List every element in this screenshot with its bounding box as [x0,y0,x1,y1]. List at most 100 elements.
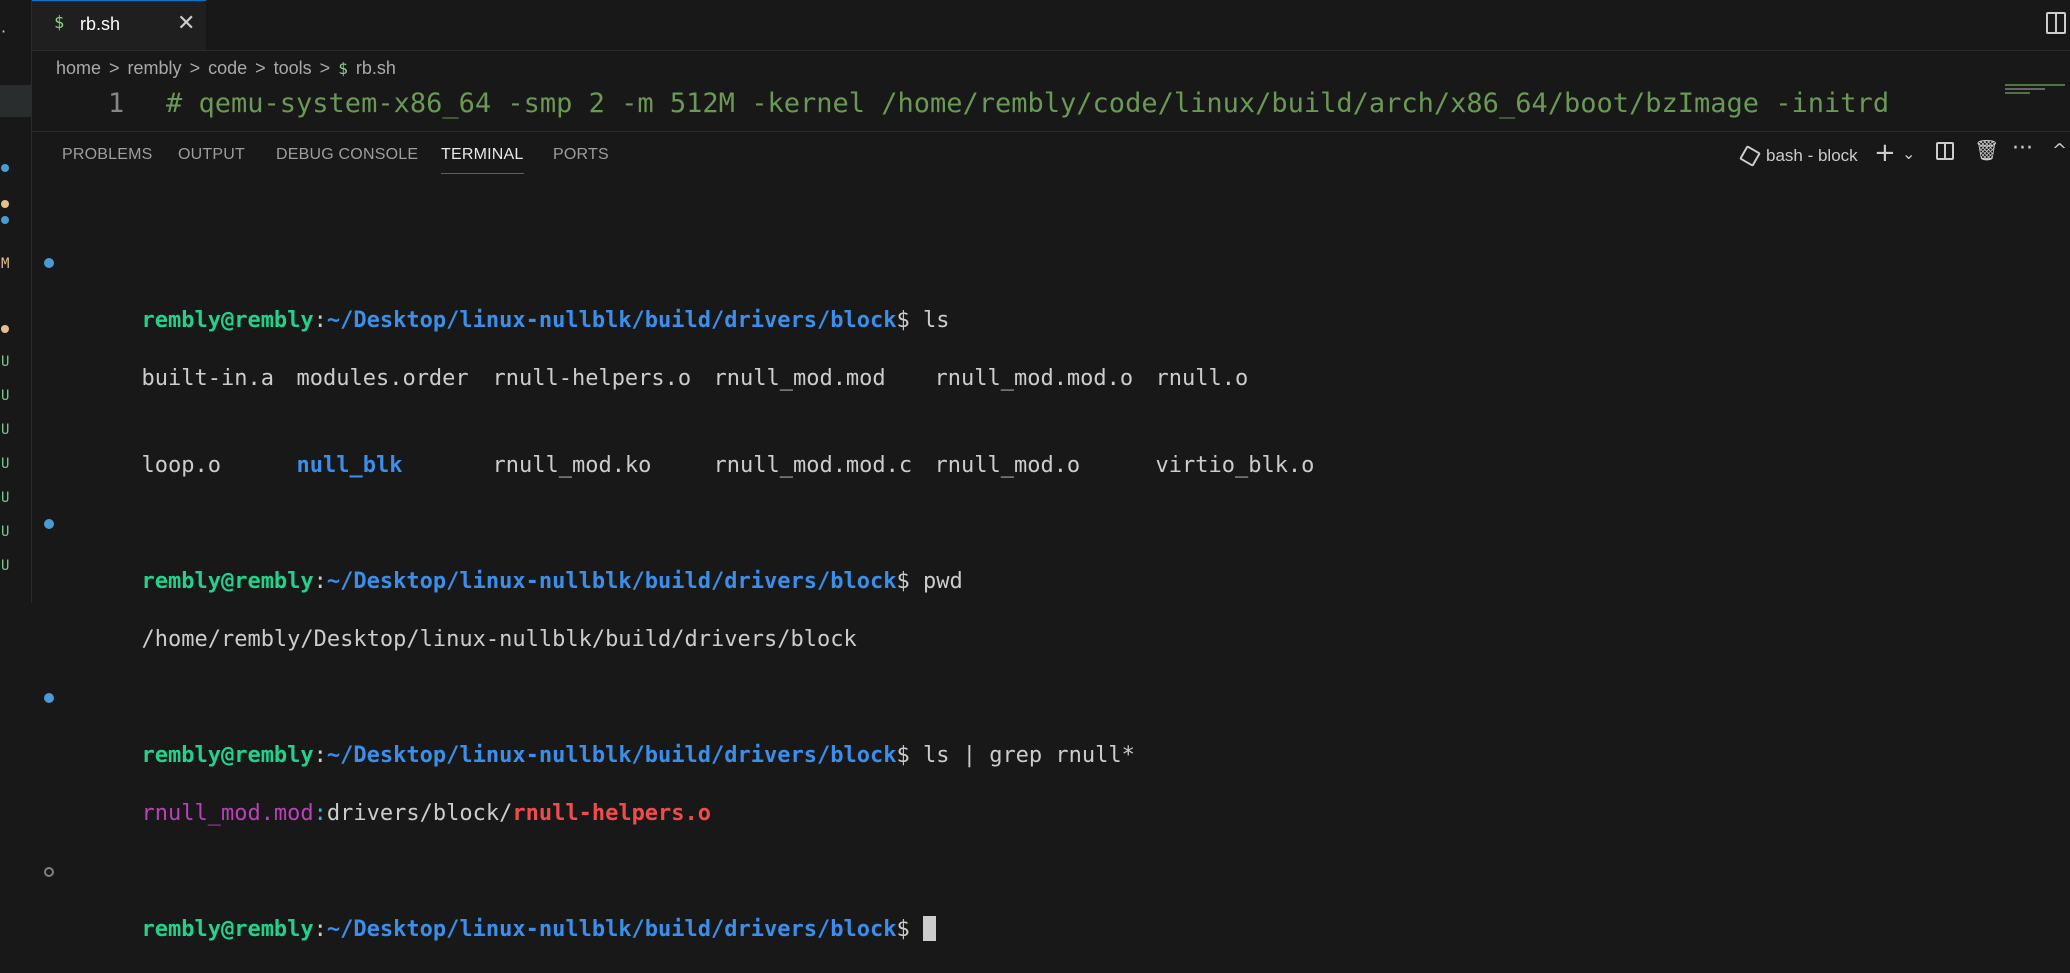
command-success-icon[interactable] [44,258,54,268]
editor-tab-bar: $ rb.sh ✕ [32,0,2070,51]
pwd-output: /home/rembly/Desktop/linux-nullblk/build… [141,627,857,652]
tab-terminal[interactable]: TERMINAL [441,146,524,174]
ls-entry: rnull_mod.mod [713,366,886,391]
ls-entry: modules.order [296,366,469,391]
tab-problems[interactable]: PROBLEMS [62,146,153,164]
more-actions-icon[interactable]: ··· [2012,136,2033,161]
modified-dot-icon [1,200,9,208]
split-terminal-icon[interactable] [1936,142,1954,160]
prompt-colon: : [313,917,327,942]
tab-output[interactable]: OUTPUT [178,146,245,164]
terminal-line: built-in.a modules.order rnull-helpers.o rn… [44,335,1314,391]
selected-file-highlight[interactable] [0,85,31,117]
breadcrumb-item-code[interactable]: code [208,58,247,79]
prompt-colon: : [313,569,327,594]
bottom-panel: PROBLEMS OUTPUT DEBUG CONSOLE TERMINAL P… [32,131,2070,942]
breadcrumb-item-file[interactable]: rb.sh [356,58,396,79]
terminal-cursor [922,916,936,941]
prompt-path: ~/Desktop/linux-nullblk/build/drivers/bl… [326,569,897,594]
prompt-sign: $ [896,917,910,942]
ls-entry: built-in.a [141,366,274,391]
terminal-line: /home/rembly/Desktop/linux-nullblk/build… [44,596,1314,652]
trash-icon[interactable]: 🗑 [1974,138,1999,162]
prompt-path: ~/Desktop/linux-nullblk/build/drivers/bl… [326,743,897,768]
minimap[interactable] [2005,84,2070,98]
terminal-name: bash - block [1766,146,1858,165]
breadcrumb-item-home[interactable]: home [56,58,101,79]
ls-entry: rnull_mod.o [934,453,1081,478]
command-text: pwd [922,569,963,594]
prompt-user: rembly@rembly [141,743,314,768]
chevron-right-icon: > [255,57,266,78]
terminal-line: rnull_mod.mod:drivers/block/rnull-helper… [44,770,1314,826]
shell-file-icon: $ [338,58,348,78]
breadcrumb-item-rembly[interactable]: rembly [128,58,182,79]
command-text: ls | grep rnull* [922,743,1135,768]
prompt-path: ~/Desktop/linux-nullblk/build/drivers/bl… [326,308,897,333]
ls-entry: rnull.o [1155,366,1249,391]
git-marker: U [1,456,10,472]
code-comment[interactable]: # qemu-system-x86_64 -smp 2 -m 512M -ker… [166,88,1889,119]
ls-entry: virtio_blk.o [1155,453,1315,478]
chevron-right-icon: > [109,57,120,78]
command-success-icon[interactable] [44,519,54,529]
terminal-actions: bash - block [1739,140,1858,172]
git-marker: U [1,524,10,540]
ls-directory-entry: null_blk [296,453,403,478]
tab-debug-console[interactable]: DEBUG CONSOLE [276,146,418,164]
close-icon[interactable]: ✕ [177,11,195,36]
modified-dot-icon [1,216,9,224]
new-terminal-icon[interactable]: + [1874,138,1896,168]
split-editor-icon[interactable] [2046,12,2066,34]
terminal-icon [1739,145,1761,167]
prompt-sign: $ [896,743,910,768]
command-pending-icon[interactable] [44,867,54,877]
command-text: ls [922,308,950,333]
shell-file-icon: $ [54,13,65,33]
panel-tab-bar: PROBLEMS OUTPUT DEBUG CONSOLE TERMINAL P… [32,132,2070,178]
chevron-right-icon: > [189,57,201,78]
grep-match: rnull-helpers.o [512,801,712,826]
chevron-right-icon: > [319,57,331,78]
explorer-strip: · M U U U U U U U [0,0,32,603]
line-number: 1 [108,88,125,119]
terminal-selector[interactable]: bash - block [1739,145,1858,167]
prompt-user: rembly@rembly [141,917,314,942]
command-success-icon[interactable] [44,693,54,703]
tab-ports[interactable]: PORTS [553,146,609,164]
git-marker: U [1,422,10,438]
prompt-colon: : [313,308,327,333]
modified-dot-icon [1,325,9,333]
ls-entry: rnull-helpers.o [492,366,692,391]
grep-file: rnull_mod.mod [141,801,314,826]
git-marker: U [1,388,10,404]
prompt-sign: $ [896,569,910,594]
prompt-sign: $ [896,308,910,333]
terminal-line: rembly@rembly:~/Desktop/linux-nullblk/bu… [44,248,1314,333]
grep-text: drivers/block/ [326,801,513,826]
chevron-down-icon[interactable]: ⌄ [1902,144,1915,163]
ls-entry: rnull_mod.mod.c [713,453,913,478]
terminal-line: rembly@rembly:~/Desktop/linux-nullblk/bu… [44,683,1314,768]
editor-line[interactable]: 1 # qemu-system-x86_64 -smp 2 -m 512M -k… [32,86,1998,126]
terminal-output[interactable]: rembly@rembly:~/Desktop/linux-nullblk/bu… [44,190,1314,944]
more-icon[interactable]: · [1,22,6,41]
breadcrumb-item-tools[interactable]: tools [274,58,312,79]
git-marker: U [1,558,10,574]
git-marker: U [1,354,10,370]
ls-entry: rnull_mod.mod.o [934,366,1134,391]
maximize-panel-icon[interactable]: ^ [2052,140,2067,161]
terminal-line: rembly@rembly:~/Desktop/linux-nullblk/bu… [44,509,1314,594]
ls-entry: loop.o [141,453,221,478]
tab-rb-sh[interactable]: $ rb.sh ✕ [32,0,206,50]
prompt-colon: : [313,743,327,768]
tab-label: rb.sh [80,14,121,34]
git-marker: U [1,490,10,506]
prompt-path: ~/Desktop/linux-nullblk/build/drivers/bl… [326,917,897,942]
breadcrumb: home > rembly > code > tools > $ rb.sh [56,56,396,80]
modified-dot-icon [1,164,9,172]
grep-separator: : [313,801,327,826]
terminal-line: rembly@rembly:~/Desktop/linux-nullblk/bu… [44,857,1314,942]
ls-entry: rnull_mod.ko [492,453,652,478]
git-marker: M [1,256,10,272]
